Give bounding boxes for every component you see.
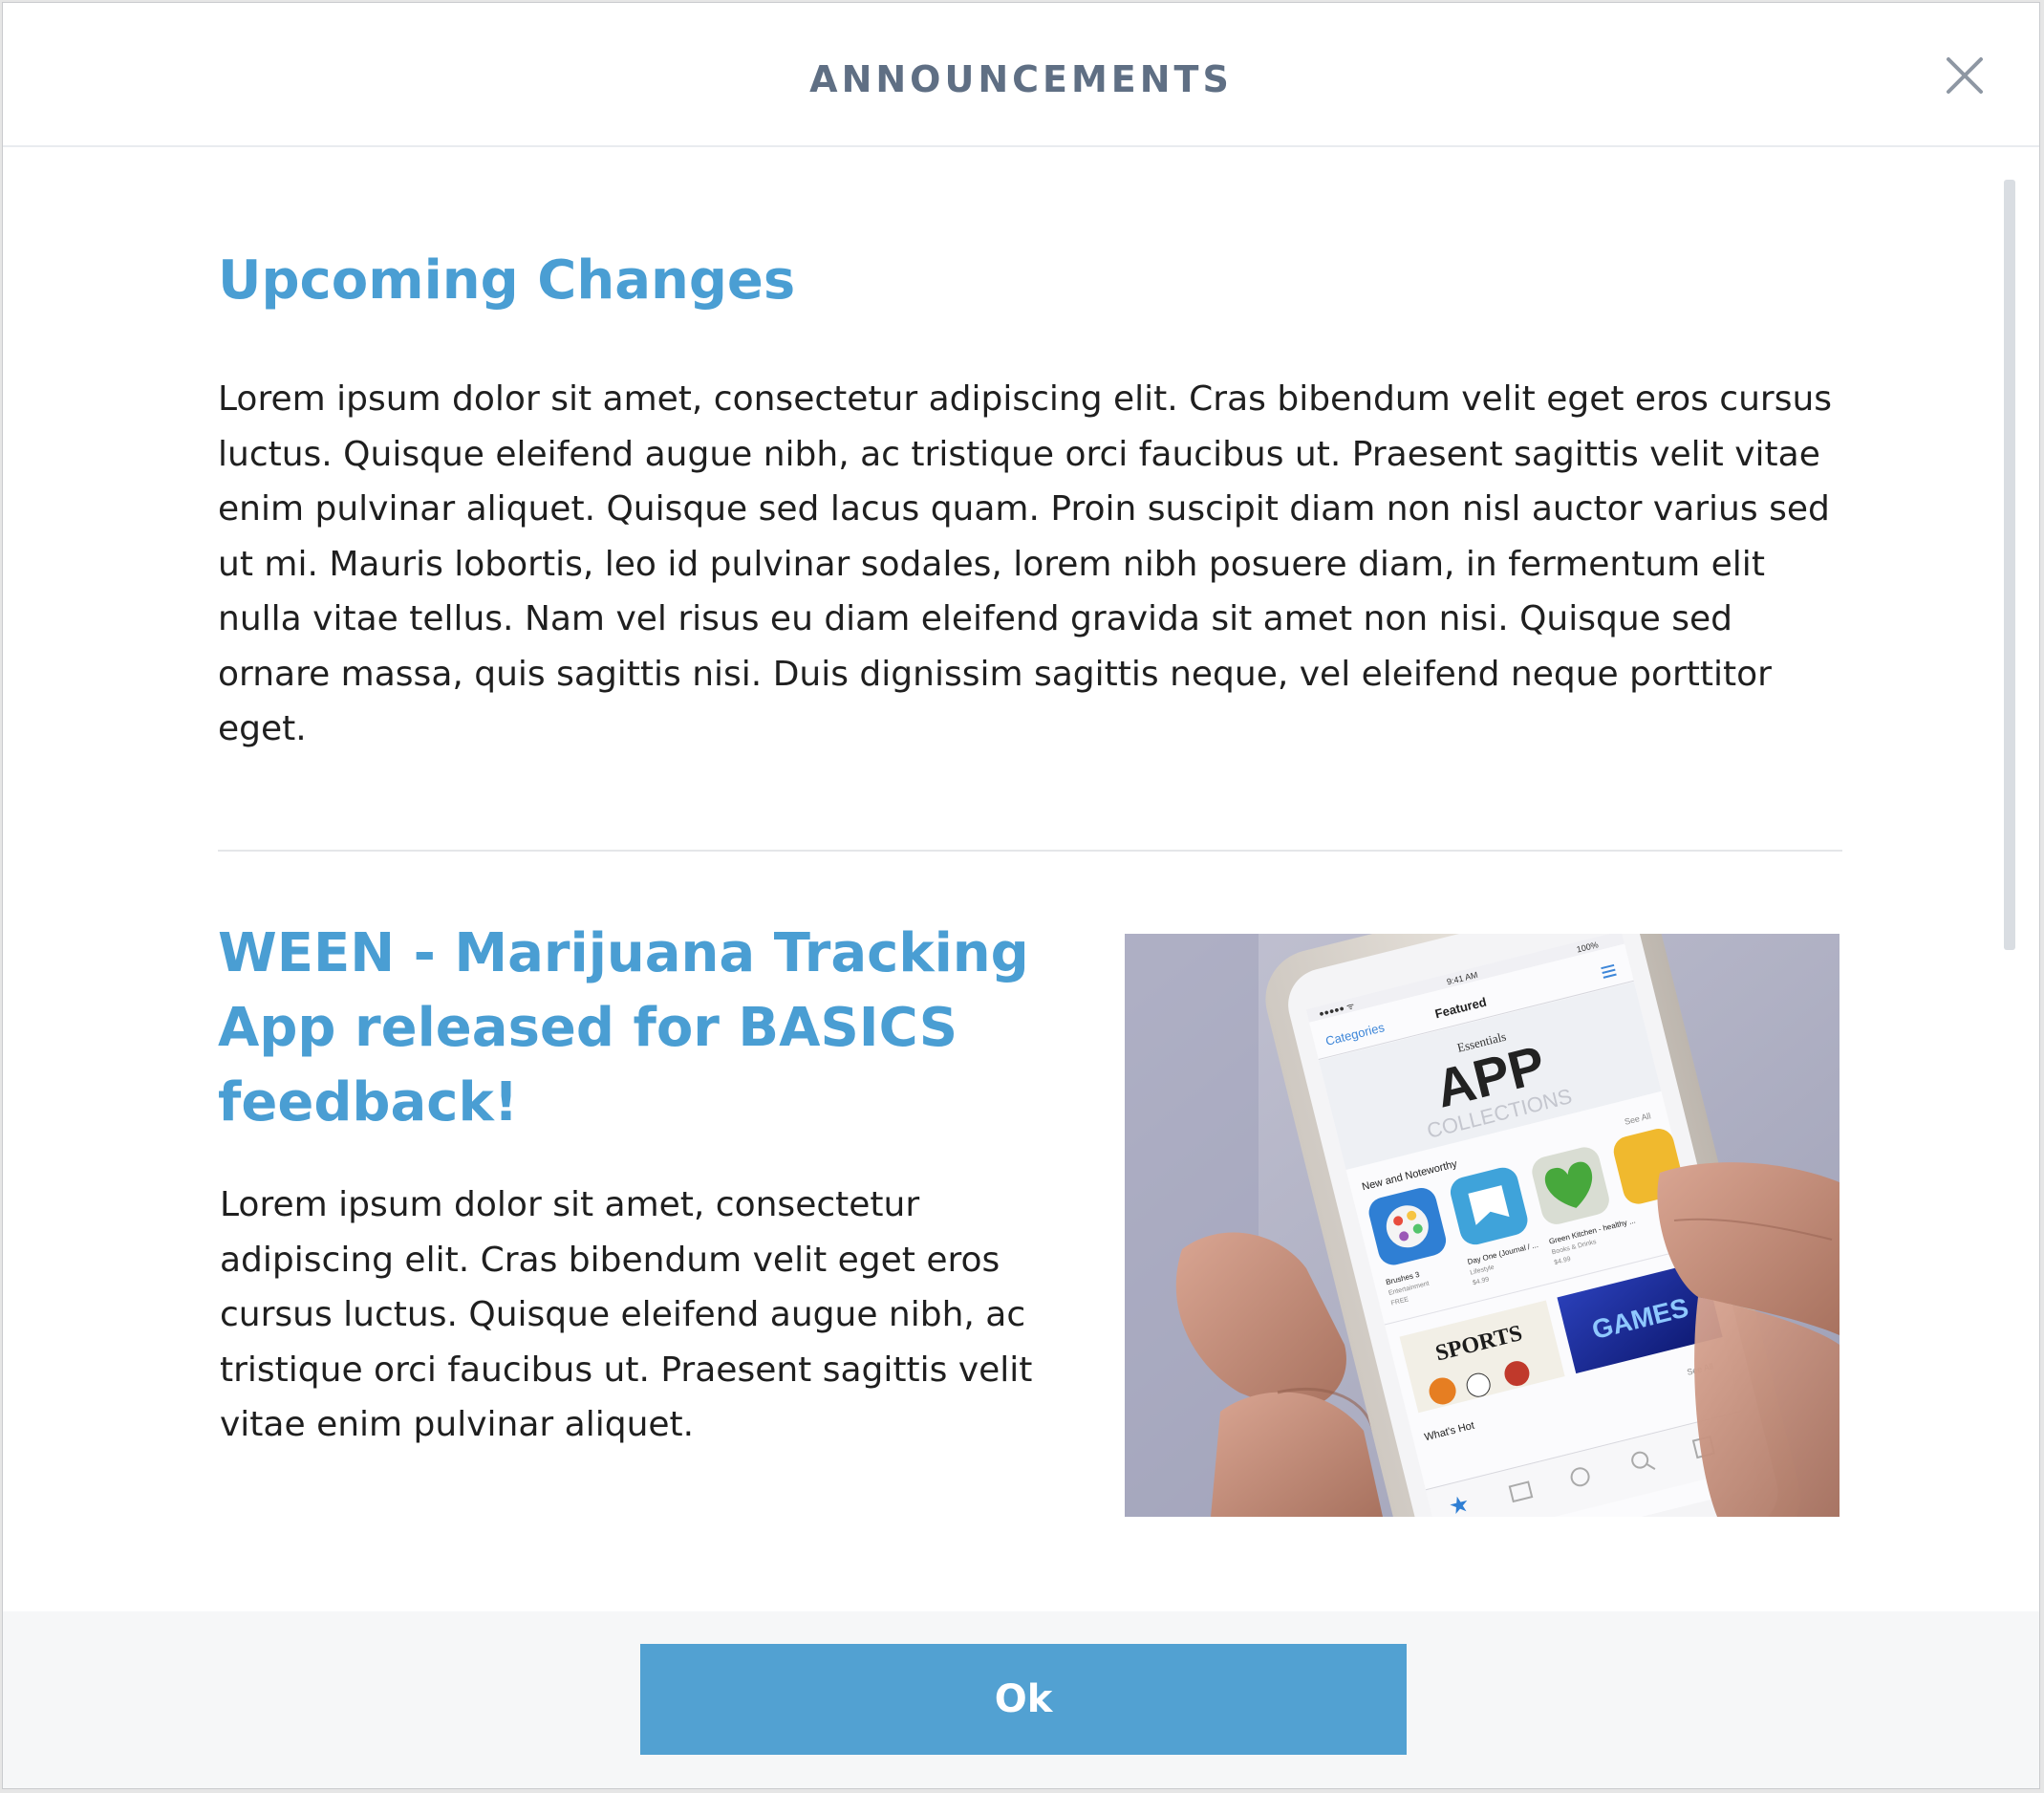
announcement-title: WEEN - Marijuana Tracking App released f… [218, 922, 1029, 1134]
scrollbar-thumb[interactable] [2004, 180, 2015, 950]
close-button[interactable] [1946, 56, 1984, 95]
announcements-dialog: ANNOUNCEMENTS Upcoming Changes Lorem ips… [2, 2, 2040, 1789]
announcement-body: Lorem ipsum dolor sit amet, consectetur … [220, 1185, 1033, 1444]
dialog-header: ANNOUNCEMENTS [3, 3, 2039, 147]
scrollbar[interactable] [2004, 180, 2015, 1611]
dialog-footer: Ok [3, 1611, 2039, 1788]
ok-button[interactable]: Ok [640, 1644, 1407, 1755]
close-icon [1947, 57, 1983, 94]
announcement-title: Upcoming Changes [218, 249, 796, 312]
announcements-scroll-area[interactable]: Upcoming Changes Lorem ipsum dolor sit a… [3, 147, 2039, 1611]
announcement-image: ●●●●● ᯤ 9:41 AM 100% Categories Featured [1125, 934, 1840, 1517]
announcement-body: Lorem ipsum dolor sit amet, consectetur … [218, 379, 1833, 748]
phone-in-hand-photo: ●●●●● ᯤ 9:41 AM 100% Categories Featured [1125, 934, 1840, 1517]
section-divider [218, 850, 1842, 852]
dialog-title: ANNOUNCEMENTS [809, 58, 1233, 100]
